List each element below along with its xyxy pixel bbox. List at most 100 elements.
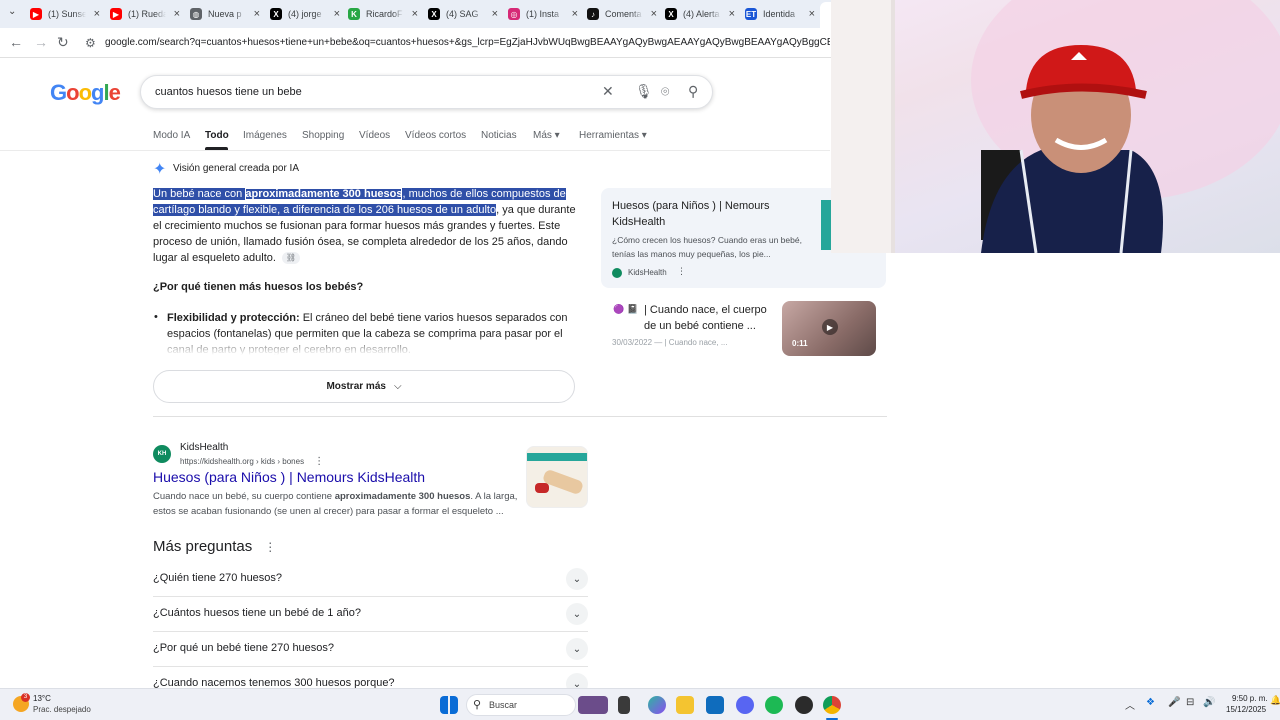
result-title-link[interactable]: Huesos (para Niños ) | Nemours KidsHealt… <box>153 469 425 485</box>
clear-icon[interactable]: ✕ <box>602 83 614 100</box>
store-icon[interactable] <box>706 696 724 714</box>
tab-noticias[interactable]: Noticias <box>481 130 517 141</box>
tab-favicon-icon: X <box>270 8 282 20</box>
link-icon[interactable]: ⛓ <box>281 252 300 265</box>
paa-question[interactable]: ¿Por qué un bebé tiene 270 huesos? ⌄ <box>153 632 588 667</box>
bullet-dot: • <box>154 311 158 323</box>
ai-bullet: Flexibilidad y protección: El cráneo del… <box>167 310 577 355</box>
clock-date[interactable]: 15/12/2025 <box>1226 705 1266 714</box>
close-icon[interactable]: × <box>94 8 100 20</box>
chevron-down-icon[interactable]: ⌄ <box>566 638 588 660</box>
chevron-down-icon[interactable]: ⌄ <box>566 603 588 625</box>
close-icon[interactable]: × <box>492 8 498 20</box>
emoji-icon: 🟣 <box>613 304 625 314</box>
chevron-down-icon[interactable]: ⌄ <box>566 673 588 688</box>
copilot-icon[interactable] <box>648 696 666 714</box>
show-more-button[interactable]: Mostrar más ⌵ <box>153 370 575 403</box>
paa-question[interactable]: ¿Cuando nacemos tenemos 300 huesos porqu… <box>153 667 588 688</box>
tab-list-chevron-icon[interactable]: ⌄ <box>8 6 16 17</box>
tab-title: RicardoF <box>366 9 403 19</box>
close-icon[interactable]: × <box>809 8 815 20</box>
reload-icon[interactable]: ↻ <box>57 34 69 51</box>
tab-herramientas[interactable]: Herramientas ▾ <box>579 130 647 141</box>
more-options-icon[interactable]: ⋮ <box>677 266 686 277</box>
site-info-icon[interactable]: ⚙ <box>85 36 96 50</box>
browser-tab[interactable]: ▶ (1) Sunse × <box>30 4 100 24</box>
back-icon[interactable]: ← <box>9 34 23 50</box>
close-icon[interactable]: × <box>651 8 657 20</box>
tab-imagenes[interactable]: Imágenes <box>243 130 287 141</box>
more-options-icon[interactable]: ⋮ <box>264 540 276 554</box>
close-icon[interactable]: × <box>174 8 180 20</box>
tray-chevron-icon[interactable]: ︿ <box>1125 697 1135 712</box>
browser-tab[interactable]: ◍ Nueva p × <box>190 4 260 24</box>
tab-videos[interactable]: Vídeos <box>359 130 390 141</box>
tab-shopping[interactable]: Shopping <box>302 130 344 141</box>
ai-bullet-bold: Flexibilidad y protección: <box>167 312 300 324</box>
tab-mas[interactable]: Más ▾ <box>533 130 560 141</box>
browser-tab[interactable]: ▶ (1) Rueda × <box>110 4 180 24</box>
search-box[interactable]: cuantos huesos tiene un bebe ✕ 🎙 ⌾ ⚲ <box>140 75 713 109</box>
weather-desc: Prac. despejado <box>33 705 91 714</box>
task-view-icon[interactable] <box>618 696 630 714</box>
browser-tab[interactable]: ♪ Comenta × <box>587 4 657 24</box>
spotify-icon[interactable] <box>765 696 783 714</box>
tab-todo[interactable]: Todo <box>205 130 229 141</box>
image-search-icon[interactable]: ⌾ <box>661 83 669 100</box>
chevron-down-icon[interactable]: ⌄ <box>566 568 588 590</box>
chrome-icon[interactable] <box>823 696 841 714</box>
kidshealth-favicon <box>612 268 622 278</box>
tab-videos-cortos[interactable]: Vídeos cortos <box>405 130 466 141</box>
source-card-site: KidsHealth <box>628 268 667 277</box>
show-more-label: Mostrar más <box>326 381 386 392</box>
more-options-icon[interactable]: ⋮ <box>314 456 324 467</box>
network-icon[interactable]: ⊟ <box>1186 697 1194 708</box>
forward-icon[interactable]: → <box>34 34 48 50</box>
tab-title: (1) Rueda <box>128 9 166 19</box>
game-app-icon[interactable] <box>578 696 608 714</box>
discord-icon[interactable] <box>736 696 754 714</box>
tab-title: (1) Insta <box>526 9 560 19</box>
clock-time[interactable]: 9:50 p. m. <box>1232 694 1268 703</box>
video-thumbnail[interactable]: ▶ 0:11 <box>782 301 876 356</box>
streamer-figure <box>831 0 1280 253</box>
close-icon[interactable]: × <box>729 8 735 20</box>
active-tab[interactable] <box>820 2 831 28</box>
voice-search-icon[interactable]: 🎙 <box>635 83 653 100</box>
close-icon[interactable]: × <box>254 8 260 20</box>
paa-question-text: ¿Cuando nacemos tenemos 300 huesos porqu… <box>153 677 395 688</box>
browser-tab[interactable]: X (4) jorge × <box>270 4 340 24</box>
source-card-title: Huesos (para Niños ) | Nemours KidsHealt… <box>612 200 770 228</box>
tab-modo-ia[interactable]: Modo IA <box>153 130 190 141</box>
tab-favicon-icon: X <box>665 8 677 20</box>
notifications-icon[interactable]: 🔔 <box>1270 695 1280 706</box>
browser-tab[interactable]: X (4) SAG × <box>428 4 498 24</box>
search-input[interactable]: cuantos huesos tiene un bebe <box>155 86 302 98</box>
file-explorer-icon[interactable] <box>676 696 694 714</box>
close-icon[interactable]: × <box>412 8 418 20</box>
paa-question[interactable]: ¿Cuántos huesos tiene un bebé de 1 año? ⌄ <box>153 597 588 632</box>
taskbar-search[interactable]: ⚲ Buscar <box>466 694 576 716</box>
volume-icon[interactable]: 🔊 <box>1203 697 1215 708</box>
google-logo[interactable]: Google <box>50 80 121 106</box>
microphone-icon[interactable]: 🎤 <box>1168 697 1180 708</box>
tray-app-icon[interactable]: ❖ <box>1146 697 1155 708</box>
tab-favicon-icon: ◍ <box>190 8 202 20</box>
windows-start-icon[interactable] <box>440 696 458 714</box>
browser-tab[interactable]: X (4) Alerta × <box>665 4 735 24</box>
result-thumbnail[interactable] <box>526 446 588 508</box>
close-icon[interactable]: × <box>572 8 578 20</box>
search-icon[interactable]: ⚲ <box>688 83 698 100</box>
url-field[interactable]: google.com/search?q=cuantos+huesos+tiene… <box>105 37 830 48</box>
ai-highlight-bold: aproximadamente 300 huesos <box>245 188 403 200</box>
browser-tab[interactable]: K RicardoF × <box>348 4 418 24</box>
result-url[interactable]: https://kidshealth.org › kids › bones ⋮ <box>180 456 324 467</box>
ai-video-card[interactable]: 🟣 📓 | Cuando nace, el cuerpo de un bebé … <box>601 296 886 358</box>
browser-tab[interactable]: ET Identida × <box>745 4 815 24</box>
paa-question[interactable]: ¿Quién tiene 270 huesos? ⌄ <box>153 562 588 597</box>
page-scrollbar[interactable] <box>1272 255 1278 685</box>
obs-icon[interactable] <box>795 696 813 714</box>
browser-tab[interactable]: ◎ (1) Insta × <box>508 4 578 24</box>
result-site-name[interactable]: KidsHealth <box>180 442 228 453</box>
close-icon[interactable]: × <box>334 8 340 20</box>
